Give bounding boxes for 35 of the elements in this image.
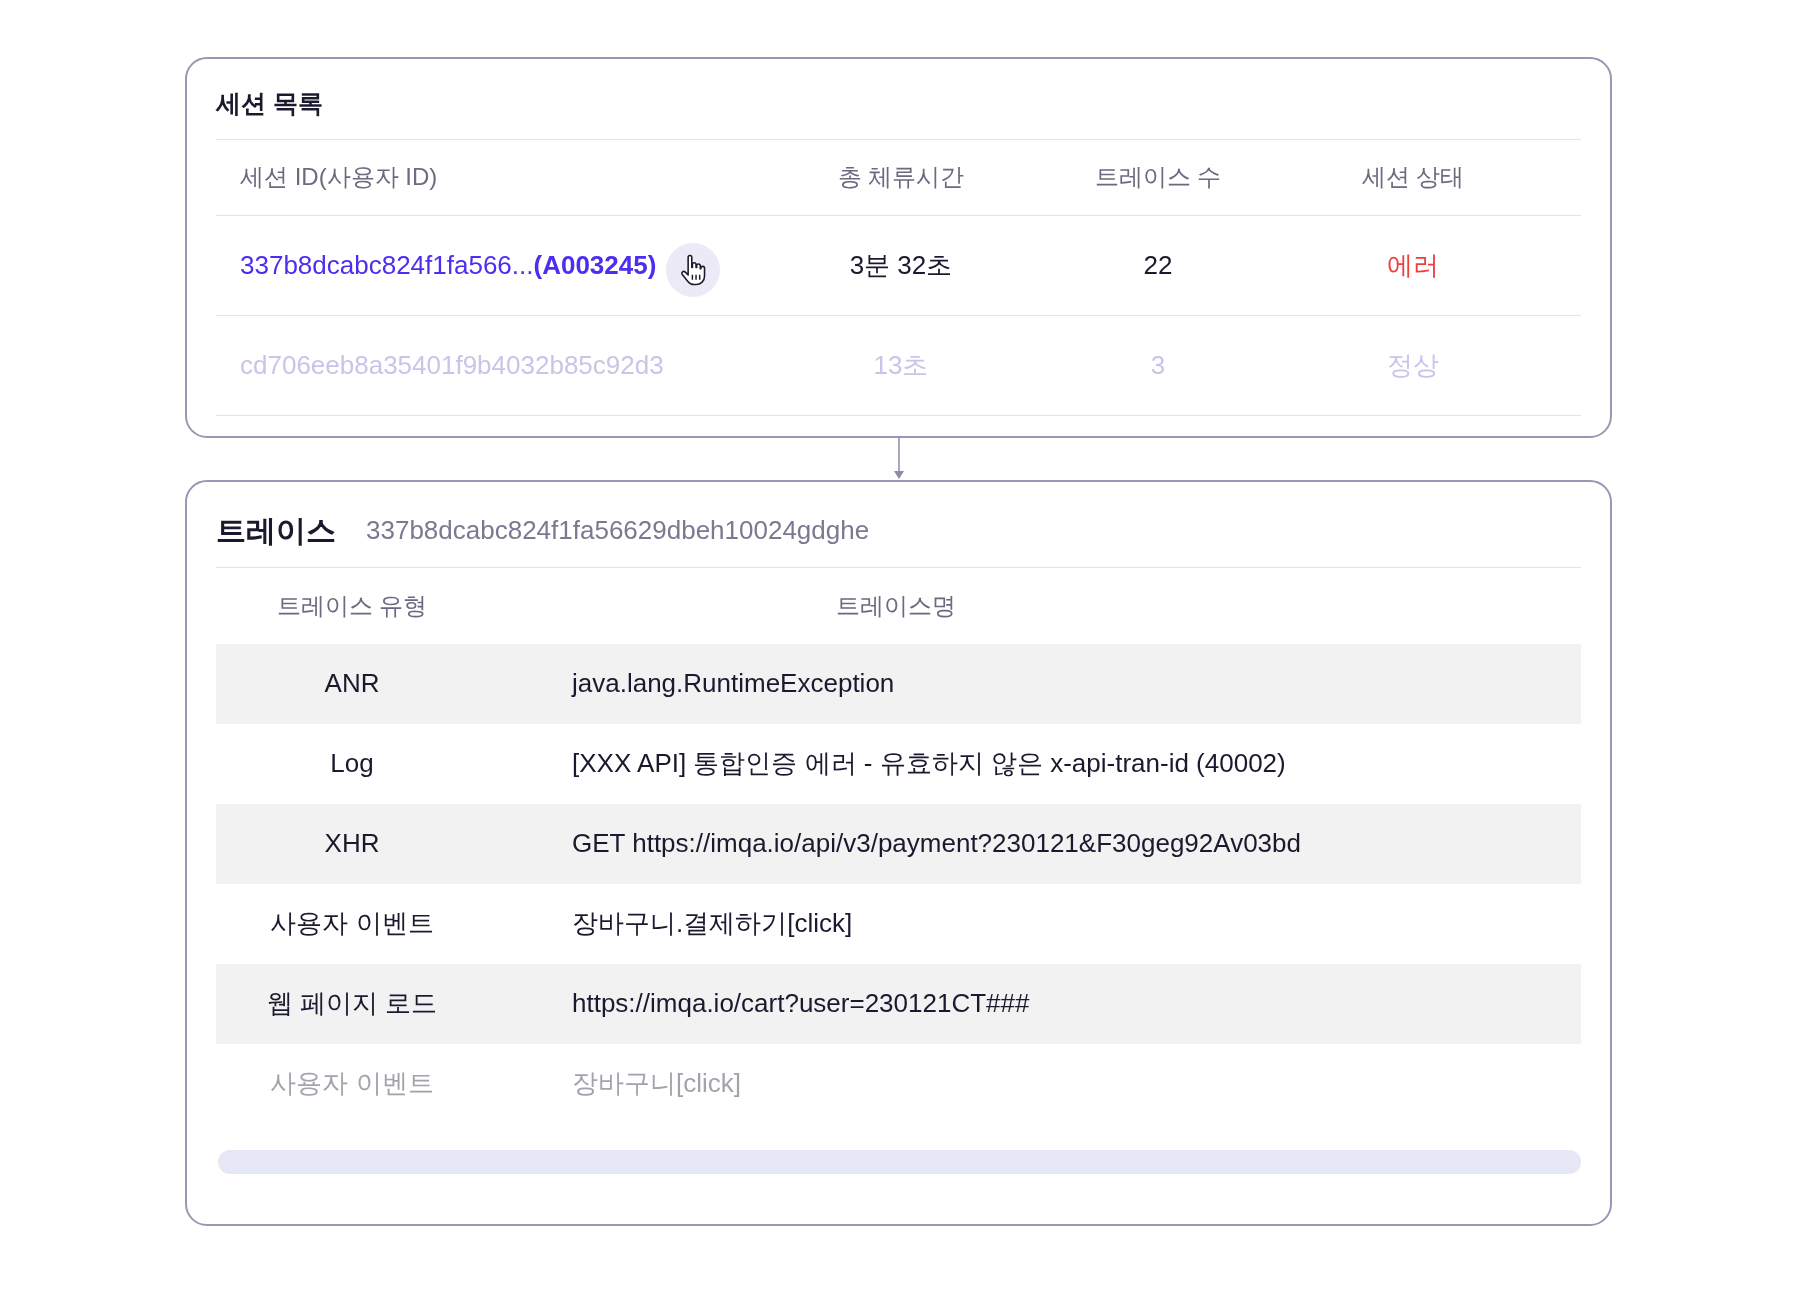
column-header: 트레이스명 xyxy=(836,591,956,619)
trace-row[interactable]: 웹 페이지 로드 https://imqa.io/cart?user=230121CT### xyxy=(216,963,1581,1044)
trace-row[interactable]: Log [XXX API] 통합인증 에러 - 유효하지 않은 x-api-tran-id (40002) xyxy=(216,723,1581,804)
column-header: 트레이스 수 xyxy=(1094,163,1222,190)
session-id-link[interactable]: 337b8dcabc824f1fa566...(A003245) xyxy=(240,245,657,285)
trace-name-text: https://imqa.io/cart?user=230121CT### xyxy=(572,988,1030,1018)
trace-type-text: ANR xyxy=(324,668,380,698)
panel-title: 트레이스 xyxy=(216,512,336,549)
trace-name-text: 장바구니.결제하기[click] xyxy=(572,908,853,938)
trace-id-text: 337b8dcabc824f1fa56629dbeh10024gdghe xyxy=(366,513,870,547)
column-header: 세션 ID(사용자 ID) xyxy=(240,163,438,190)
trace-row[interactable]: 사용자 이벤트 장바구니.결제하기[click] xyxy=(216,883,1581,964)
trace-row[interactable]: XHR GET https://imqa.io/api/v3/payment?230121&F30geg92Av03bd xyxy=(216,803,1581,884)
panel-title: 세션 목록 xyxy=(216,85,1581,140)
trace-name-text: GET https://imqa.io/api/v3/payment?230121&F30geg92Av03bd xyxy=(572,828,1301,858)
column-header: 세션 상태 xyxy=(1361,163,1465,190)
trace-type-text: 웹 페이지 로드 xyxy=(266,988,438,1018)
trace-type-text: Log xyxy=(330,748,374,778)
session-row[interactable]: 337b8dcabc824f1fa566...(A003245) 3분 32초 22 에러 xyxy=(216,215,1581,316)
status-text: 정상 xyxy=(1387,349,1439,380)
trace-name-text: java.lang.RuntimeException xyxy=(572,668,895,698)
horizontal-scrollbar[interactable] xyxy=(218,1149,1581,1174)
trace-count-text: 22 xyxy=(1143,249,1173,280)
trace-name-text: 장바구니[click] xyxy=(572,1068,741,1098)
trace-type-text: 사용자 이벤트 xyxy=(270,1068,434,1098)
trace-count-text: 3 xyxy=(1150,349,1166,380)
duration-text: 3분 32초 xyxy=(849,249,953,280)
duration-text: 13초 xyxy=(873,349,929,380)
trace-row[interactable]: ANR java.lang.RuntimeException xyxy=(216,643,1581,724)
column-header: 총 체류시간 xyxy=(837,163,965,190)
trace-type-text: 사용자 이벤트 xyxy=(270,908,434,938)
status-text: 에러 xyxy=(1387,249,1439,280)
trace-name-text: [XXX API] 통합인증 에러 - 유효하지 않은 x-api-tran-id (40002) xyxy=(572,748,1286,778)
trace-type-text: XHR xyxy=(324,828,380,858)
column-header: 트레이스 유형 xyxy=(276,591,428,619)
